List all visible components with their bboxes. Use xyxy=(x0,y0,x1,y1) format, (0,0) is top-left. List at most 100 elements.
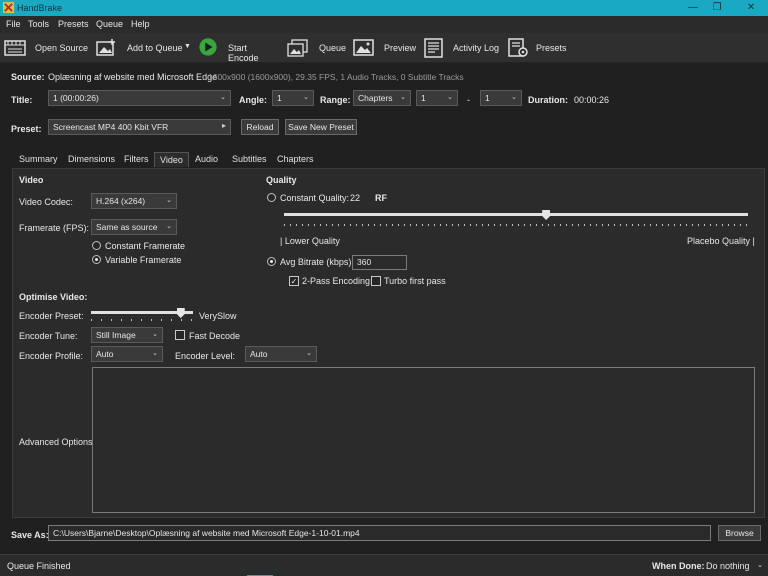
range-end-select[interactable]: 1 ⌄ xyxy=(480,90,522,106)
encoder-preset-slider[interactable] xyxy=(91,307,193,323)
encoder-level-select[interactable]: Auto ⌄ xyxy=(245,346,317,362)
optimise-heading: Optimise Video: xyxy=(19,292,88,302)
tab-audio[interactable]: Audio xyxy=(190,152,223,167)
when-done-select[interactable]: Do nothing ⌄ xyxy=(706,558,764,573)
menu-presets[interactable]: Presets xyxy=(58,19,89,29)
constant-quality-label: Constant Quality: xyxy=(280,193,350,203)
chevron-down-icon: ⌄ xyxy=(152,350,158,357)
title-bar: HandBrake — ❐ ✕ xyxy=(0,0,768,16)
variable-framerate-radio[interactable] xyxy=(92,255,101,264)
encoder-tune-label: Encoder Tune: xyxy=(19,331,78,341)
reload-button[interactable]: Reload xyxy=(241,119,279,135)
encoder-preset-thumb[interactable] xyxy=(176,308,185,318)
title-select-value: 1 (00:00:26) xyxy=(53,93,99,103)
title-select[interactable]: 1 (00:00:26) ⌄ xyxy=(48,90,231,106)
queue-images-icon xyxy=(287,39,308,57)
presets-label: Presets xyxy=(536,43,567,53)
tab-video[interactable]: Video xyxy=(154,152,189,167)
presets-button[interactable]: Presets xyxy=(506,33,568,63)
constant-framerate-radio[interactable] xyxy=(92,241,101,250)
encoder-tune-select[interactable]: Still Image ⌄ xyxy=(91,327,163,343)
queue-label: Queue xyxy=(319,43,347,53)
quality-slider[interactable] xyxy=(284,210,748,230)
preset-selector-value: Screencast MP4 400 Kbit VFR xyxy=(53,122,169,132)
queue-button[interactable]: Queue xyxy=(286,33,346,63)
range-end-value: 1 xyxy=(485,93,490,103)
rf-unit-label: RF xyxy=(375,193,387,203)
chevron-down-icon[interactable]: ▼ xyxy=(184,43,191,50)
activity-log-label: Activity Log xyxy=(453,43,500,53)
video-codec-label: Video Codec: xyxy=(19,197,73,207)
encoder-level-value: Auto xyxy=(250,349,268,359)
activity-log-button[interactable]: Activity Log xyxy=(422,33,500,63)
window-title: HandBrake xyxy=(17,3,63,13)
encoder-profile-select[interactable]: Auto ⌄ xyxy=(91,346,163,362)
tab-dimensions[interactable]: Dimensions xyxy=(63,152,120,167)
encoder-profile-value: Auto xyxy=(96,349,114,359)
status-text: Queue Finished xyxy=(7,561,71,571)
rf-value: 22 xyxy=(350,193,361,203)
menu-file[interactable]: File xyxy=(6,19,21,29)
tab-chapters[interactable]: Chapters xyxy=(272,152,319,167)
video-codec-select[interactable]: H.264 (x264) ⌄ xyxy=(91,193,177,209)
quality-slider-ticks xyxy=(284,224,748,226)
range-type-select[interactable]: Chapters ⌄ xyxy=(353,90,411,106)
save-as-path-input[interactable]: C:\Users\Bjarne\Desktop\Oplæsning af web… xyxy=(48,525,711,541)
menu-tools[interactable]: Tools xyxy=(28,19,49,29)
chevron-down-icon: ⌄ xyxy=(757,562,763,569)
advanced-options-label: Advanced Options: xyxy=(19,437,96,447)
menu-queue[interactable]: Queue xyxy=(96,19,123,29)
tab-filters[interactable]: Filters xyxy=(119,152,154,167)
fast-decode-checkbox[interactable] xyxy=(175,330,185,340)
range-start-select[interactable]: 1 ⌄ xyxy=(416,90,458,106)
add-to-queue-button[interactable]: Add to Queue ▼ xyxy=(92,33,191,63)
when-done-value: Do nothing xyxy=(706,561,750,571)
quality-heading: Quality xyxy=(266,175,297,185)
variable-framerate-label: Variable Framerate xyxy=(105,255,182,265)
duration-value: 00:00:26 xyxy=(574,95,610,105)
menu-help[interactable]: Help xyxy=(131,19,150,29)
constant-framerate-label: Constant Framerate xyxy=(105,241,186,251)
encoder-preset-value: VerySlow xyxy=(199,311,237,321)
duration-label: Duration: xyxy=(528,95,568,105)
preset-selector[interactable]: Screencast MP4 400 Kbit VFR ▸ xyxy=(48,119,231,135)
chevron-right-icon: ▸ xyxy=(221,121,226,130)
start-encode-button[interactable]: Start Encode xyxy=(196,33,278,63)
constant-quality-radio[interactable] xyxy=(267,193,276,202)
range-separator: - xyxy=(467,95,470,105)
two-pass-checkbox[interactable]: ✓ xyxy=(289,276,299,286)
encoder-preset-label: Encoder Preset: xyxy=(19,311,84,321)
turbo-first-pass-label: Turbo first pass xyxy=(384,276,446,286)
preset-label: Preset: xyxy=(11,124,42,134)
placebo-quality-label: Placebo Quality | xyxy=(687,236,755,246)
chevron-down-icon: ⌄ xyxy=(220,94,226,101)
range-start-value: 1 xyxy=(421,93,426,103)
avg-bitrate-radio[interactable] xyxy=(267,257,276,266)
chevron-down-icon: ⌄ xyxy=(166,197,172,204)
when-done-label: When Done: xyxy=(652,561,705,571)
angle-select[interactable]: 1 ⌄ xyxy=(272,90,314,106)
close-button[interactable]: ✕ xyxy=(736,0,766,16)
maximize-button[interactable]: ❐ xyxy=(702,0,732,16)
browse-button[interactable]: Browse xyxy=(718,525,761,541)
toolbar: Open Source Add to Queue ▼ Start Encode … xyxy=(0,33,768,63)
framerate-select[interactable]: Same as source ⌄ xyxy=(91,219,177,235)
range-type-value: Chapters xyxy=(358,93,393,103)
turbo-first-pass-checkbox[interactable] xyxy=(371,276,381,286)
save-new-preset-button[interactable]: Save New Preset xyxy=(285,119,357,135)
avg-bitrate-input[interactable]: 360 xyxy=(352,255,407,270)
advanced-options-textarea[interactable] xyxy=(92,367,755,513)
preview-label: Preview xyxy=(384,43,417,53)
preview-button[interactable]: Preview xyxy=(352,33,418,63)
range-label: Range: xyxy=(320,95,351,105)
title-label: Title: xyxy=(11,95,33,105)
tab-subtitles[interactable]: Subtitles xyxy=(227,152,272,167)
presets-gear-icon xyxy=(508,38,528,57)
encoder-preset-ticks xyxy=(91,319,193,321)
video-heading: Video xyxy=(19,175,44,185)
quality-slider-thumb[interactable] xyxy=(542,210,551,220)
tab-summary[interactable]: Summary xyxy=(14,152,63,167)
open-source-button[interactable]: Open Source xyxy=(0,33,90,63)
two-pass-label: 2-Pass Encoding xyxy=(302,276,371,286)
video-codec-value: H.264 (x264) xyxy=(96,196,146,206)
